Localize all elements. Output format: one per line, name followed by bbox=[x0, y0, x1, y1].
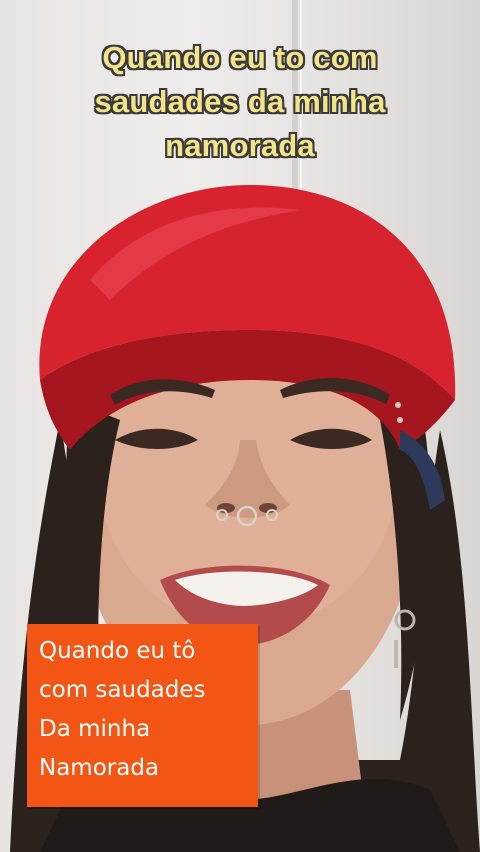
brow-piercing-2 bbox=[397, 417, 403, 423]
top-caption-line-2: saudades da minha bbox=[94, 84, 386, 119]
box-caption-line-4: Namorada bbox=[39, 755, 160, 781]
top-caption-line-3: namorada bbox=[165, 128, 315, 163]
video-frame: Quando eu to com saudades da minha namor… bbox=[0, 0, 480, 852]
orange-caption-box: Quando eu tô com saudades Da minha Namor… bbox=[27, 624, 258, 807]
top-caption: Quando eu to com saudades da minha namor… bbox=[20, 36, 460, 168]
top-caption-line-1: Quando eu to com bbox=[102, 40, 378, 75]
box-caption-line-1: Quando eu tô bbox=[39, 638, 196, 664]
box-caption-line-2: com saudades bbox=[39, 677, 206, 703]
earring-dangle bbox=[394, 640, 398, 668]
box-caption-line-3: Da minha bbox=[39, 716, 151, 742]
brow-piercing-1 bbox=[395, 402, 401, 408]
